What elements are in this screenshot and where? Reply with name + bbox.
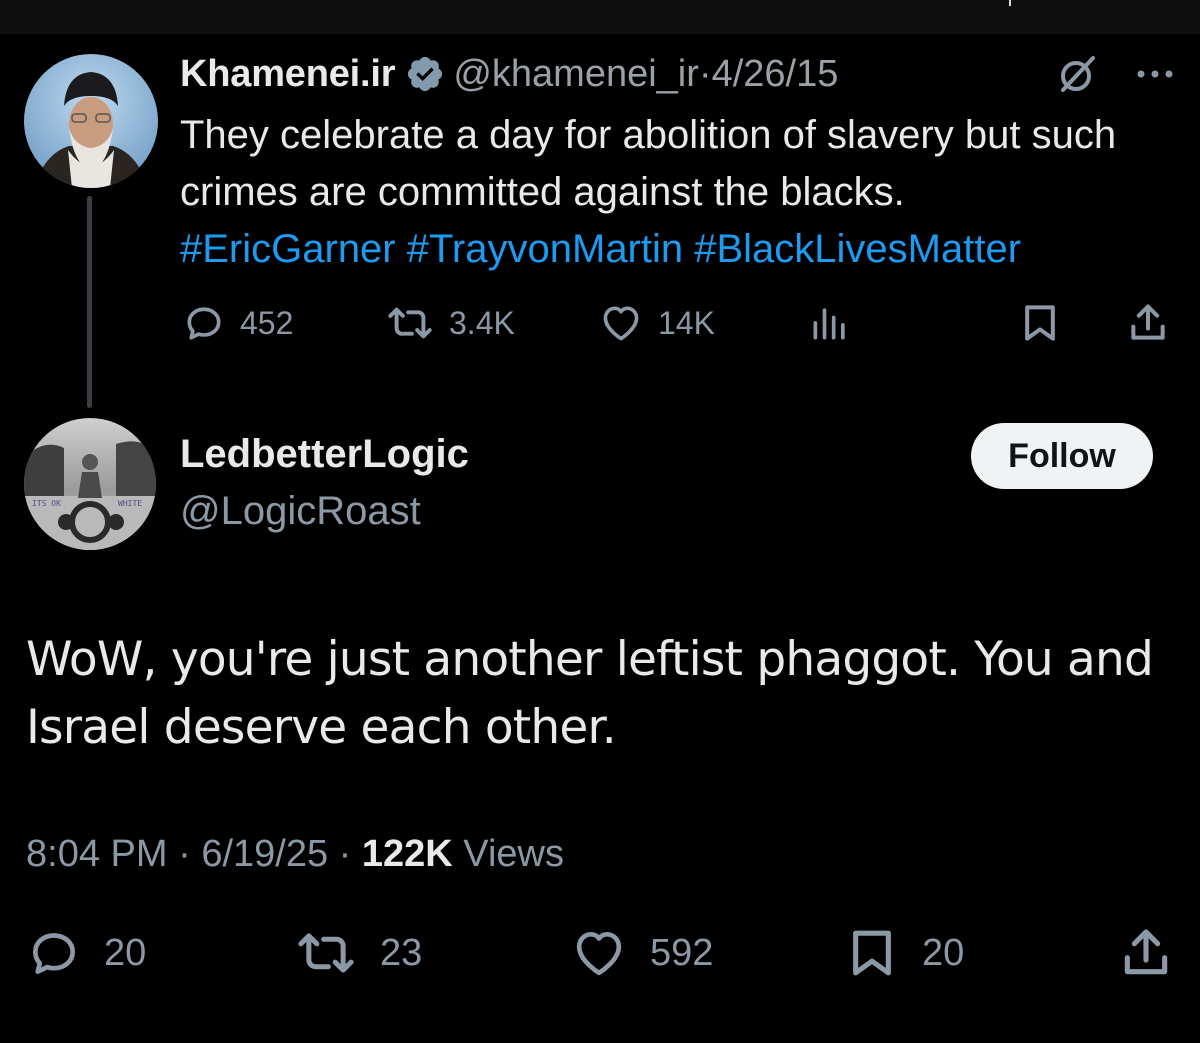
parent-tweet-actions: 452 3.4K 14K — [180, 298, 1170, 348]
retweet-count: 23 — [380, 931, 423, 974]
avatar[interactable] — [24, 54, 158, 188]
reply-display-name[interactable]: LedbetterLogic — [180, 432, 469, 477]
svg-text:WHITE: WHITE — [118, 499, 142, 508]
retweet-icon — [388, 307, 432, 339]
reply-count: 20 — [104, 931, 147, 974]
top-bar — [0, 0, 1200, 34]
heart-icon — [576, 932, 622, 976]
views-button[interactable] — [808, 298, 852, 348]
parent-tweet-text: They celebrate a day for abolition of sl… — [180, 107, 1180, 278]
like-count: 14K — [658, 304, 715, 341]
like-button[interactable]: 14K — [598, 298, 715, 348]
parent-date[interactable]: 4/26/15 — [712, 53, 839, 96]
analytics-icon — [813, 308, 845, 340]
more-options-icon[interactable] — [1135, 64, 1175, 84]
reply-button[interactable]: 452 — [182, 298, 293, 348]
thread-line — [87, 196, 92, 408]
retweet-button[interactable]: 23 — [294, 922, 422, 984]
reply-tweet-actions: 20 23 592 20 — [26, 922, 1176, 984]
bookmark-button[interactable]: 20 — [844, 922, 964, 984]
like-count: 592 — [650, 931, 714, 974]
reply-avatar[interactable]: ITS OK WHITE — [24, 418, 156, 550]
share-icon — [1124, 929, 1168, 975]
follow-button[interactable]: Follow — [971, 423, 1153, 489]
reply-button[interactable]: 20 — [26, 922, 146, 984]
verified-badge-icon — [408, 56, 443, 92]
parent-handle[interactable]: @khamenei_ir — [453, 53, 699, 96]
meta-separator: · — [698, 52, 712, 95]
reply-date[interactable]: 6/19/25 — [201, 833, 328, 875]
parent-tweet-body: They celebrate a day for abolition of sl… — [180, 113, 1117, 214]
reply-time[interactable]: 8:04 PM — [26, 833, 168, 875]
bookmark-button[interactable] — [1018, 298, 1062, 348]
retweet-button[interactable]: 3.4K — [385, 298, 515, 348]
share-icon — [1131, 304, 1165, 340]
svg-text:ITS OK: ITS OK — [32, 499, 61, 508]
heart-icon — [603, 306, 639, 341]
parent-display-name[interactable]: Khamenei.ir — [180, 53, 396, 96]
bookmark-icon — [1025, 305, 1055, 341]
share-button[interactable] — [1126, 298, 1170, 348]
meta-separator: · — [178, 833, 191, 875]
reply-icon — [187, 307, 221, 340]
parent-tweet-header: Khamenei.ir @khamenei_ir · 4/26/15 — [180, 48, 838, 100]
reply-tweet-text: WoW, you're just another leftist phaggot… — [26, 632, 1154, 755]
retweet-icon — [298, 933, 354, 973]
status-indicator-icon — [1009, 0, 1011, 6]
reply-tweet-meta: 8:04 PM · 6/19/25 · 122K Views — [26, 833, 564, 876]
bookmark-icon — [853, 930, 891, 976]
reply-count: 452 — [240, 304, 294, 341]
reply-handle[interactable]: @LogicRoast — [180, 489, 421, 534]
retweet-count: 3.4K — [449, 304, 515, 341]
share-button[interactable] — [1118, 922, 1174, 984]
reply-avatar-image: ITS OK WHITE — [24, 418, 156, 550]
parent-tweet-hashtags[interactable]: #EricGarner #TrayvonMartin #BlackLivesMa… — [180, 227, 1021, 271]
like-button[interactable]: 592 — [570, 922, 713, 984]
parent-tweet-top-icons — [1055, 52, 1175, 96]
views-count: 122K — [361, 833, 453, 875]
grok-icon[interactable] — [1055, 52, 1099, 96]
avatar-image — [24, 54, 158, 188]
views-label: Views — [463, 833, 564, 875]
bookmark-count: 20 — [922, 931, 965, 974]
meta-separator: · — [338, 833, 352, 875]
reply-icon — [33, 933, 75, 974]
